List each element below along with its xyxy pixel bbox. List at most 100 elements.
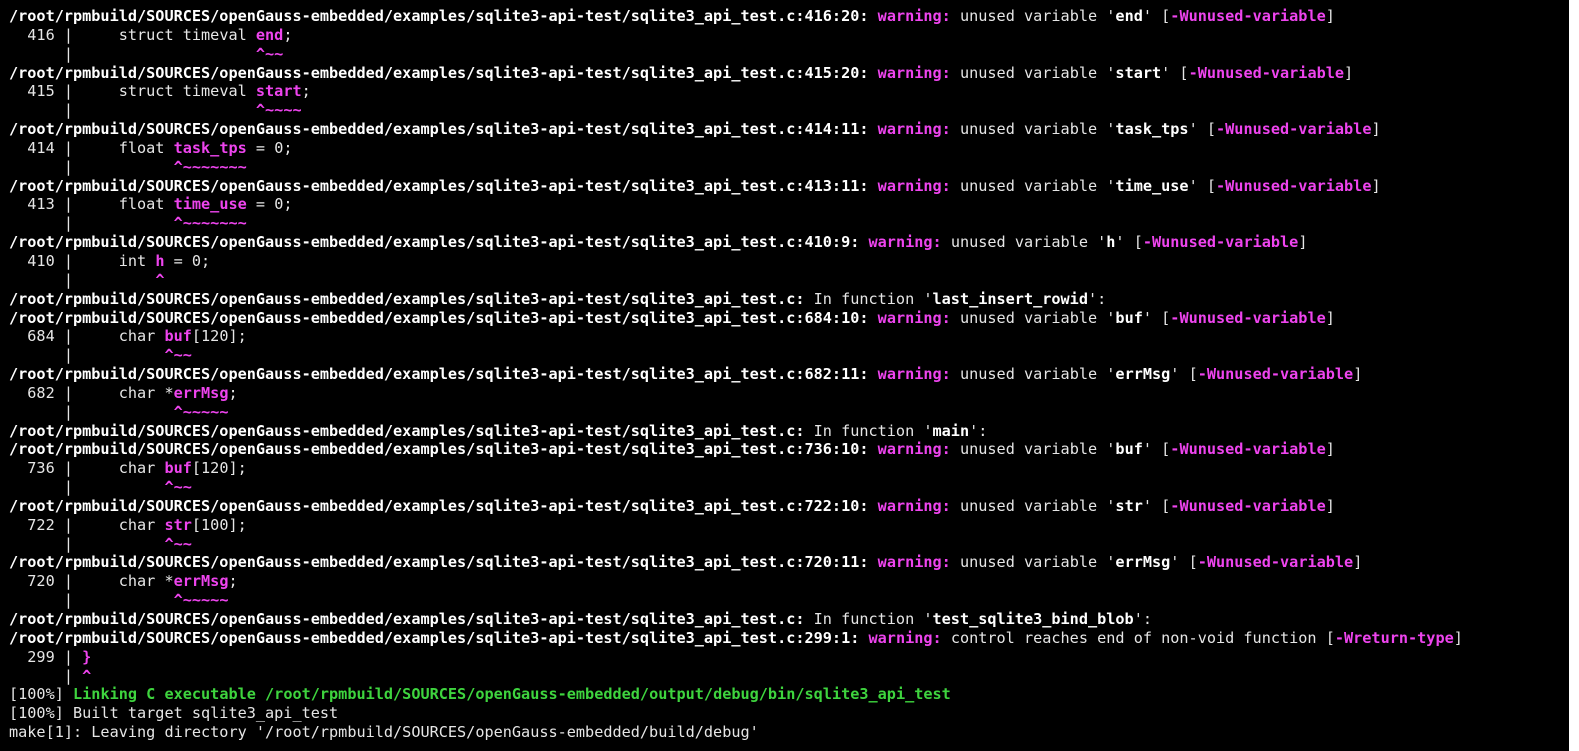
terminal-line: make[1]: Leaving directory '/root/rpmbui… (9, 723, 1579, 742)
function-name: last_insert_rowid (932, 289, 1088, 308)
caret-padding (119, 346, 165, 364)
caret-marker: ^~~~~~ (173, 402, 229, 421)
terminal-line: /root/rpmbuild/SOURCES/openGauss-embedde… (9, 7, 1579, 26)
caret-padding (119, 478, 165, 496)
terminal-line: | ^ (9, 271, 1579, 290)
message-text: unused variable ' (950, 308, 1116, 327)
terminal-line: /root/rpmbuild/SOURCES/openGauss-embedde… (9, 64, 1579, 83)
source-code: [100]; (191, 515, 247, 534)
warning-flag: -Wunused-variable (1170, 7, 1326, 25)
message-text: ] (1353, 365, 1363, 384)
message-text: In function ' (804, 289, 933, 308)
warning-label: warning: (868, 233, 942, 252)
source-line-number: 720 | (9, 572, 119, 591)
terminal-line: 414 | float task_tps = 0; (9, 139, 1579, 158)
warning-flag: -Wreturn-type (1334, 628, 1454, 647)
terminal-line: 299 | } (9, 648, 1579, 667)
message-text: ] (1298, 233, 1308, 252)
build-output: [100%] Built target sqlite3_api_test (9, 704, 339, 723)
terminal-line: 720 | char *errMsg; (9, 572, 1579, 591)
terminal-line: /root/rpmbuild/SOURCES/openGauss-embedde… (9, 422, 1579, 441)
source-code: [120]; (191, 327, 247, 346)
message-text: ] (1353, 553, 1363, 572)
warning-flag: -Wunused-variable (1197, 365, 1354, 384)
warning-label: warning: (877, 120, 951, 139)
source-gutter: | (9, 346, 119, 365)
message-text: ] (1325, 496, 1335, 515)
identifier: str (1115, 496, 1143, 515)
message-text: ' [ (1170, 365, 1198, 384)
message-text: unused variable ' (950, 120, 1116, 139)
source-line-number: 410 | (9, 251, 119, 270)
message-text: ' [ (1115, 233, 1143, 252)
caret-marker: ^~~ (164, 346, 192, 365)
highlighted-token: buf (164, 327, 192, 346)
message-text: ] (1325, 7, 1335, 25)
source-line-number: 299 | (9, 647, 83, 666)
source-gutter: | (9, 101, 119, 120)
file-location: /root/rpmbuild/SOURCES/openGauss-embedde… (9, 365, 869, 384)
highlighted-token: } (82, 647, 92, 666)
source-code: = 0; (164, 251, 211, 270)
window-edge (1569, 0, 1579, 751)
message-text: ' [ (1170, 553, 1198, 572)
terminal-window[interactable]: /root/rpmbuild/SOURCES/openGauss-embedde… (0, 0, 1579, 751)
terminal-line: 722 | char str[100]; (9, 516, 1579, 535)
file-location: /root/rpmbuild/SOURCES/openGauss-embedde… (9, 553, 869, 572)
file-location: /root/rpmbuild/SOURCES/openGauss-embedde… (9, 440, 869, 459)
caret-padding (119, 535, 165, 553)
message-text: unused variable ' (950, 7, 1116, 25)
message-text: ' [ (1188, 176, 1217, 195)
warning-label: warning: (877, 553, 951, 572)
terminal-line: | ^~~ (9, 478, 1579, 497)
highlighted-token: errMsg (173, 383, 229, 402)
caret-padding (119, 158, 174, 176)
highlighted-token: errMsg (173, 572, 229, 591)
identifier: errMsg (1115, 553, 1171, 572)
file-location: /root/rpmbuild/SOURCES/openGauss-embedde… (9, 628, 860, 647)
warning-label: warning: (877, 63, 951, 82)
terminal-line: /root/rpmbuild/SOURCES/openGauss-embedde… (9, 610, 1579, 629)
warning-flag: -Wunused-variable (1188, 63, 1345, 82)
warning-flag: -Wunused-variable (1170, 308, 1326, 327)
warning-label: warning: (877, 440, 951, 459)
message-text: ': (1133, 610, 1152, 628)
identifier: task_tps (1115, 120, 1189, 139)
message-text: ] (1344, 63, 1354, 82)
source-gutter: | (9, 534, 119, 553)
file-location: /root/rpmbuild/SOURCES/openGauss-embedde… (9, 120, 869, 139)
message-text: ': (1087, 289, 1107, 308)
caret-marker: ^~~~~~~~ (173, 214, 247, 233)
terminal-line: 416 | struct timeval end; (9, 26, 1579, 45)
identifier: end (1115, 7, 1143, 25)
source-line-number: 413 | (9, 195, 119, 214)
message-text: unused variable ' (950, 553, 1116, 572)
highlighted-token: task_tps (173, 138, 247, 157)
message-text: In function ' (804, 610, 933, 628)
terminal-line: /root/rpmbuild/SOURCES/openGauss-embedde… (9, 309, 1579, 328)
warning-label: warning: (877, 308, 951, 327)
linking-message: Linking C executable /root/rpmbuild/SOUR… (73, 685, 951, 704)
terminal-line: 410 | int h = 0; (9, 252, 1579, 271)
terminal-line: | ^ (9, 667, 1579, 686)
file-location: /root/rpmbuild/SOURCES/openGauss-embedde… (9, 496, 869, 515)
caret-marker: ^~~~~~ (173, 591, 229, 610)
terminal-line: [100%] Linking C executable /root/rpmbui… (9, 685, 1579, 704)
warning-label: warning: (877, 365, 951, 384)
source-line-number: 736 | (9, 459, 119, 478)
message-text: ] (1371, 176, 1381, 195)
file-location: /root/rpmbuild/SOURCES/openGauss-embedde… (9, 610, 805, 628)
caret-marker: ^~~~~~~~ (173, 157, 247, 176)
message-text: unused variable ' (950, 63, 1116, 82)
file-location: /root/rpmbuild/SOURCES/openGauss-embedde… (9, 289, 805, 308)
terminal-line: /root/rpmbuild/SOURCES/openGauss-embedde… (9, 553, 1579, 572)
source-code: char (118, 327, 165, 346)
caret-padding (119, 403, 174, 421)
file-location: /root/rpmbuild/SOURCES/openGauss-embedde… (9, 63, 869, 82)
message-text: unused variable ' (950, 176, 1116, 195)
caret-marker: ^~~ (164, 534, 192, 553)
terminal-line: | ^~~~~~~~ (9, 158, 1579, 177)
caret-padding (119, 214, 174, 232)
highlighted-token: buf (164, 459, 192, 478)
identifier: buf (1115, 308, 1143, 327)
